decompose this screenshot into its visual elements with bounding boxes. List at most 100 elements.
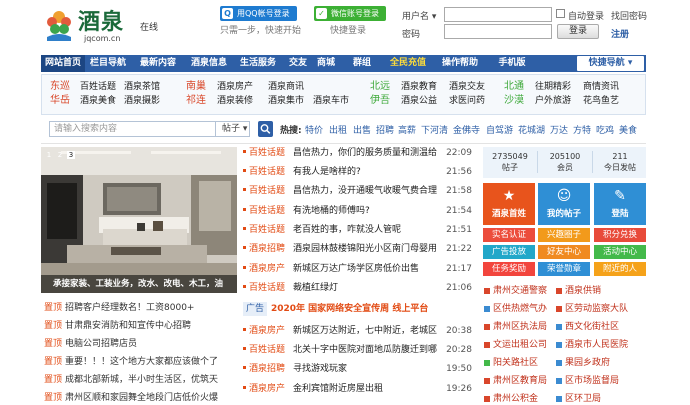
org-link[interactable]: 果园乡政府 [556, 357, 610, 369]
slideshow-caption[interactable]: 承接家装、工装业务，改水、改电、木工，油 [41, 275, 237, 293]
post-row[interactable]: 酒泉房产 新城区万达附近，七中附近，老城区 20:38 [243, 324, 472, 338]
category-link[interactable]: 酒泉美食 [80, 94, 116, 108]
friends-center-button[interactable]: 好友中心 [538, 245, 590, 259]
org-link[interactable]: 区劳动监察大队 [556, 303, 628, 315]
category-link[interactable]: 酒泉教育 [401, 80, 437, 94]
hot-search-link[interactable]: 下河清 [421, 123, 448, 136]
category-link[interactable]: 户外旅游 [535, 94, 571, 108]
category-link[interactable]: 酒泉房产 [217, 80, 253, 94]
org-link[interactable]: 肃州公积金 [484, 393, 538, 405]
tile-local-users[interactable]: ★ 酒泉首姓 [483, 183, 535, 225]
hot-search-link[interactable]: 特价 [305, 123, 323, 136]
list-item[interactable]: 置顶 重要！！！这个地方大家都应该做个了 [44, 356, 236, 368]
post-row[interactable]: 酒泉房产 金利宾馆附近房屋出租 19:26 [243, 382, 472, 396]
org-link[interactable]: 肃州区教育局 [484, 375, 547, 387]
nav-dating[interactable]: 交友 [284, 55, 312, 72]
verify-button[interactable]: 实名认证 [483, 228, 535, 242]
quick-nav-dropdown[interactable]: 快捷导航 ▾ [577, 56, 644, 71]
points-exchange-button[interactable]: 积分兑换 [594, 228, 646, 242]
hot-search-link[interactable]: 花城湖 [518, 123, 545, 136]
org-link[interactable]: 文运出租公司 [484, 339, 547, 351]
hot-search-link[interactable]: 金佛寺 [453, 123, 480, 136]
org-link[interactable]: 阳关路社区 [484, 357, 538, 369]
post-row[interactable]: 百姓话题 裁植红绿灯 21:06 [243, 281, 472, 295]
region-label[interactable]: 伊吾 [370, 94, 390, 108]
nav-columns[interactable]: 栏目导航 [87, 55, 129, 72]
list-item[interactable]: 置顶 招聘客户经理数名！工资8000+ [44, 302, 236, 314]
region-label[interactable]: 南巢 [186, 80, 206, 94]
register-link[interactable]: 注册 [611, 27, 629, 40]
org-link[interactable]: 肃州交通警察 [484, 285, 547, 297]
hot-search-link[interactable]: 万达 [550, 123, 568, 136]
password-input[interactable] [444, 24, 552, 39]
nav-groups[interactable]: 群组 [343, 55, 381, 72]
wechat-login-button[interactable]: ✓ 微信账号登录 [314, 6, 386, 21]
list-item[interactable]: 置顶 甘肃鼎安消防和知宣传中心招聘 [44, 320, 236, 332]
org-link[interactable]: 酒泉市人民医院 [556, 339, 628, 351]
qq-login-button[interactable]: Q 用QQ帐号登录 [220, 6, 297, 21]
category-link[interactable]: 酒泉摄影 [124, 94, 160, 108]
search-input[interactable]: 请输入搜索内容 [49, 121, 216, 137]
interest-circle-button[interactable]: 兴趣圈子 [538, 228, 590, 242]
post-row[interactable]: 酒泉招聘 寻找游戏玩家 19:50 [243, 362, 472, 376]
category-link[interactable]: 商情资讯 [583, 80, 619, 94]
honor-medal-button[interactable]: 荣誉勋章 [538, 262, 590, 276]
post-row[interactable]: 酒泉房产 新城区万达广场学区房低价出售 21:17 [243, 262, 472, 276]
category-link[interactable]: 酒泉交友 [449, 80, 485, 94]
list-item[interactable]: 置顶 电脑公司招聘店员 [44, 338, 236, 350]
list-item[interactable]: 置顶 肃州区顺和家园舞全地段门店低价火爆 [44, 392, 236, 404]
nav-mall[interactable]: 商城 [312, 55, 340, 72]
nearby-people-button[interactable]: 附近的人 [594, 262, 646, 276]
hot-search-link[interactable]: 出租 [329, 123, 347, 136]
post-row[interactable]: 百姓话题 有洗地桶的师傅吗? 21:54 [243, 204, 472, 218]
region-label[interactable]: 华岳 [50, 94, 70, 108]
org-link[interactable]: 区环卫局 [556, 393, 601, 405]
nav-recharge[interactable]: 全民充值 [383, 55, 433, 72]
post-row[interactable]: 百姓话题 昌信热力，你们的服务质量和测温给 22:09 [243, 146, 472, 160]
category-link[interactable]: 百姓话题 [80, 80, 116, 94]
nav-home[interactable]: 网站首页 [41, 55, 85, 72]
category-link[interactable]: 求医问药 [449, 94, 485, 108]
region-label[interactable]: 东巡 [50, 80, 70, 94]
task-reward-button[interactable]: 任务奖励 [483, 262, 535, 276]
ad-banner[interactable]: 广告 2020年 国家网络安全宣传周 线上平台 [243, 302, 472, 316]
hot-search-link[interactable]: 方特 [573, 123, 591, 136]
hot-search-link[interactable]: 美食 [619, 123, 637, 136]
category-link[interactable]: 酒泉公益 [401, 94, 437, 108]
events-center-button[interactable]: 活动中心 [594, 245, 646, 259]
username-input[interactable] [444, 7, 552, 22]
slideshow[interactable]: 1 2 3 承接家装、工装业务，改水、改电、木工，油 [41, 147, 237, 293]
nav-mobile[interactable]: 手机版 [487, 55, 537, 72]
hot-search-link[interactable]: 招聘 [376, 123, 394, 136]
hot-search-link[interactable]: 自驾游 [486, 123, 513, 136]
tile-my-posts[interactable]: ☺ 我的帖子 [538, 183, 590, 225]
post-row[interactable]: 百姓话题 有我人是啥样的? 21:56 [243, 165, 472, 179]
org-link[interactable]: 区市场监督局 [556, 375, 619, 387]
region-label[interactable]: 北通 [504, 80, 524, 94]
auto-login-checkbox[interactable] [556, 9, 565, 18]
org-link[interactable]: 区供热燃气办 [484, 303, 547, 315]
nav-latest[interactable]: 最新内容 [133, 55, 183, 72]
nav-service[interactable]: 生活服务 [234, 55, 282, 72]
slide-dot[interactable]: 1 [45, 151, 53, 159]
nav-help[interactable]: 操作帮助 [433, 55, 487, 72]
nav-info[interactable]: 酒泉信息 [185, 55, 233, 72]
tile-login[interactable]: ✎ 登陆 [594, 183, 646, 225]
ad-placement-button[interactable]: 广告投放 [483, 245, 535, 259]
slide-dot[interactable]: 2 [56, 151, 64, 159]
list-item[interactable]: 置顶 成都北部新城，半小时生活区，优筑天 [44, 374, 236, 386]
org-link[interactable]: 酒泉供销 [556, 285, 601, 297]
post-row[interactable]: 酒泉招聘 酒泉园林鼓楼锦阳光小区南门母婴用 21:22 [243, 242, 472, 256]
hot-search-link[interactable]: 出售 [353, 123, 371, 136]
region-label[interactable]: 北远 [370, 80, 390, 94]
post-row[interactable]: 百姓话题 老百姓的事，咋就没人管呢 21:51 [243, 223, 472, 237]
search-button[interactable] [258, 121, 273, 137]
org-link[interactable]: 西文化街社区 [556, 321, 619, 333]
post-row[interactable]: 百姓话题 昌信热力，没开通暖气收暖气费合理 21:58 [243, 184, 472, 198]
category-link[interactable]: 酒泉车市 [313, 94, 349, 108]
category-link[interactable]: 酒泉商讯 [268, 80, 304, 94]
site-logo[interactable]: 酒泉 在线 jqcom.cn [44, 9, 176, 43]
slide-dot-active[interactable]: 3 [67, 151, 75, 159]
post-row[interactable]: 百姓话题 北关十字中医院对面地瓜防腹迁到哪 20:28 [243, 343, 472, 357]
search-scope-select[interactable]: 帖子 ▾ [216, 121, 250, 137]
